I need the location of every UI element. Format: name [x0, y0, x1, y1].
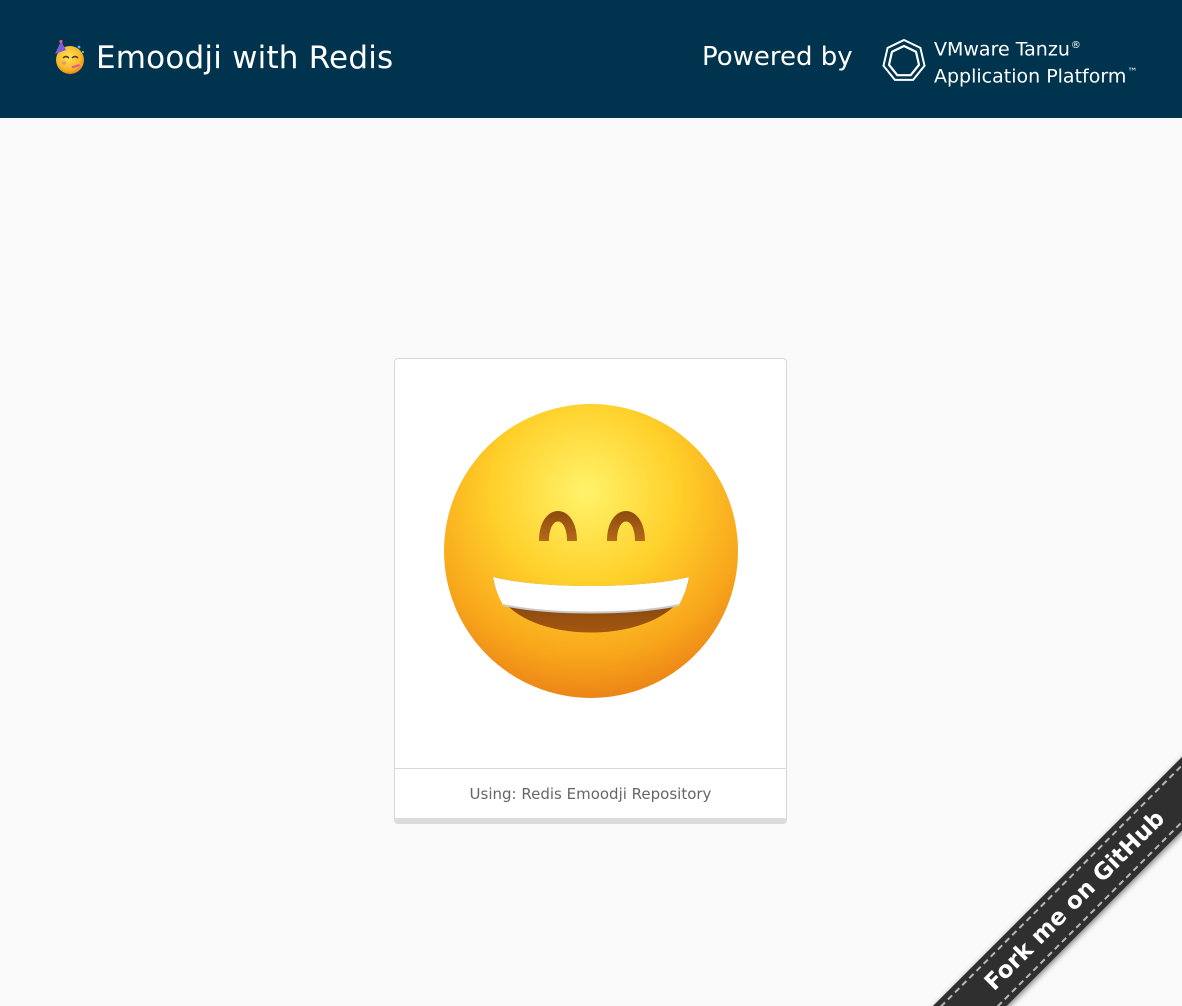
party-face-icon	[55, 40, 85, 74]
ribbon-stitching	[925, 751, 1182, 1006]
vmware-tanzu-heptagon-icon	[882, 39, 926, 82]
grinning-face-with-smiling-eyes-icon	[444, 404, 738, 698]
app-header: Emoodji with Redis Powered by VMware Tan…	[0, 0, 1182, 118]
repository-label: Using: Redis Emoodji Repository	[395, 768, 786, 818]
ribbon-label: Fork me on GitHub	[979, 805, 1170, 996]
vendor-name: VMware Tanzu	[934, 38, 1070, 61]
trademark-mark: ™	[1127, 67, 1138, 79]
powered-by-label: Powered by	[702, 42, 853, 72]
vendor-text: VMware Tanzu® Application Platform™	[934, 34, 1137, 89]
brand[interactable]: Emoodji with Redis	[52, 38, 393, 78]
vendor-logo[interactable]: VMware Tanzu® Application Platform™	[880, 34, 1137, 89]
fork-on-github-ribbon[interactable]: Fork me on GitHub	[922, 748, 1182, 1006]
registered-mark: ®	[1070, 40, 1081, 51]
vendor-line-1: VMware Tanzu®	[934, 34, 1137, 61]
github-ribbon-container: Fork me on GitHub	[922, 746, 1182, 1006]
emoji-image	[395, 359, 786, 768]
emoji-card: Using: Redis Emoodji Repository	[394, 358, 787, 824]
vendor-product: Application Platform	[934, 65, 1127, 88]
app-title: Emoodji with Redis	[96, 40, 394, 76]
vendor-line-2: Application Platform™	[934, 61, 1137, 88]
